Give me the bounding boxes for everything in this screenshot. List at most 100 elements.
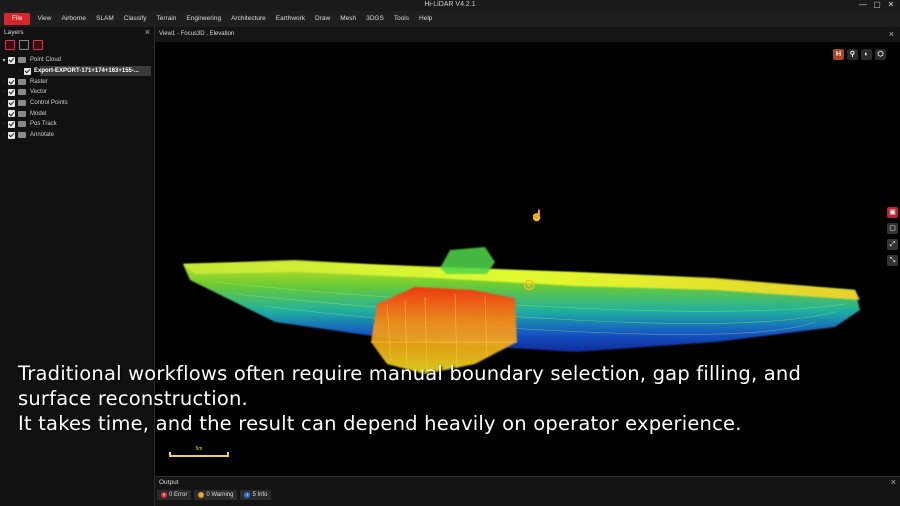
measure-icon[interactable]: ⚲: [847, 49, 858, 60]
info-filter-button[interactable]: i 5 Info: [240, 490, 272, 500]
folder-icon: [18, 121, 26, 128]
scale-bar: 5m: [169, 446, 229, 457]
layers-close-icon[interactable]: ×: [145, 27, 150, 37]
menu-classify[interactable]: Classify: [119, 13, 152, 25]
menu-3dgs[interactable]: 3DGS: [361, 13, 389, 25]
layer-toolbar: [0, 38, 154, 52]
expand-icon: ·: [3, 89, 5, 96]
hand-cursor-icon: ☝: [530, 210, 544, 222]
view-tab-label: View1 - Focus3D , Elevation: [159, 31, 235, 37]
layers-title: Layers: [4, 29, 24, 36]
view-side-toolbar: ▣ ▢ ⤢ ⤡: [887, 207, 898, 266]
scale-label: 5m: [195, 446, 203, 452]
layer-raster[interactable]: · Raster: [0, 76, 154, 87]
menu-view[interactable]: View: [32, 13, 56, 25]
subtitle-line-3: It takes time, and the result can depend…: [18, 412, 742, 435]
error-icon: ✕: [161, 492, 167, 498]
minimize-button[interactable]: —: [856, 0, 870, 11]
folder-icon: [18, 100, 26, 107]
layer-checkbox[interactable]: [8, 99, 15, 107]
layer-point-cloud[interactable]: ▾ Point Cloud: [0, 55, 154, 66]
subtitle-line-1: Traditional workflows often require manu…: [18, 362, 802, 385]
output-panel: Output × ✕ 0 Error ! 0 Warning i 5 Info: [155, 476, 900, 506]
folder-icon: [18, 78, 26, 85]
layer-control-points[interactable]: · Control Points: [0, 98, 154, 109]
expand-icon: ·: [3, 132, 5, 139]
info-count: 5 Info: [252, 492, 268, 498]
expand-icon: ·: [3, 110, 5, 117]
menu-engineering[interactable]: Engineering: [181, 13, 226, 25]
warning-filter-button[interactable]: ! 0 Warning: [194, 490, 238, 500]
expand-icon: ·: [19, 68, 21, 75]
layer-checkbox[interactable]: [8, 131, 15, 139]
menu-mesh[interactable]: Mesh: [335, 13, 361, 25]
layer-copy-icon[interactable]: [19, 40, 29, 50]
settings-icon[interactable]: ⬡: [875, 49, 886, 60]
error-count: 0 Error: [169, 492, 188, 498]
layer-label: Raster: [30, 78, 48, 85]
folder-icon: [18, 89, 26, 96]
layer-checkbox[interactable]: [8, 78, 15, 86]
layer-remove-icon[interactable]: [33, 40, 43, 50]
layer-checkbox[interactable]: [8, 88, 15, 96]
folder-icon: [18, 57, 26, 64]
warning-count: 0 Warning: [206, 492, 234, 498]
layer-tree: ▾ Point Cloud · Export-EXPORT-171+174+16…: [0, 52, 154, 141]
video-subtitle: Traditional workflows often require manu…: [18, 361, 878, 436]
layer-model[interactable]: · Model: [0, 108, 154, 119]
layer-checkbox[interactable]: [8, 120, 15, 128]
layers-header: Layers ×: [0, 27, 154, 38]
view-toolbar: H ⚲ ◐ ⬡: [833, 49, 886, 60]
layer-annotate[interactable]: · Annotate: [0, 130, 154, 141]
menu-slam[interactable]: SLAM: [91, 13, 119, 25]
render-mode-icon[interactable]: ◐: [861, 49, 872, 60]
menu-terrain[interactable]: Terrain: [152, 13, 182, 25]
view-cube-icon[interactable]: ▣: [887, 207, 898, 218]
menu-tools[interactable]: Tools: [389, 13, 414, 25]
layer-label: Control Points: [30, 100, 68, 107]
menu-airborne[interactable]: Airborne: [56, 13, 91, 25]
layer-label: Annotate: [30, 132, 55, 139]
fit-view-icon[interactable]: ⤡: [887, 255, 898, 266]
expand-icon: ·: [3, 100, 5, 107]
scale-line: [169, 455, 229, 457]
output-close-icon[interactable]: ×: [891, 477, 896, 487]
close-window-button[interactable]: ✕: [884, 0, 898, 11]
layer-vector[interactable]: · Vector: [0, 87, 154, 98]
error-filter-button[interactable]: ✕ 0 Error: [157, 490, 192, 500]
title-bar: Hi-LiDAR V4.2.1 — ▢ ✕: [0, 0, 900, 11]
layer-label: Pos Track: [30, 121, 57, 128]
app-title: Hi-LiDAR V4.2.1: [424, 1, 476, 8]
layer-label: Model: [30, 110, 47, 117]
menu-help[interactable]: Help: [414, 13, 437, 25]
output-title: Output: [159, 479, 179, 486]
menu-architecture[interactable]: Architecture: [226, 13, 271, 25]
menu-draw[interactable]: Draw: [310, 13, 335, 25]
layer-settings-icon[interactable]: [5, 40, 15, 50]
menu-file[interactable]: File: [4, 13, 31, 25]
info-icon: i: [244, 492, 251, 498]
folder-icon: [18, 110, 26, 117]
layer-label: Export-EXPORT-171+174+163+155-...: [34, 68, 139, 75]
layer-export-cloud[interactable]: · Export-EXPORT-171+174+163+155-...: [0, 65, 154, 77]
layer-checkbox[interactable]: [8, 56, 15, 64]
layer-label: Vector: [30, 89, 48, 96]
menu-earthwork[interactable]: Earthwork: [271, 13, 310, 25]
scale-tick-right: [227, 452, 229, 457]
scale-tick-left: [169, 452, 171, 457]
box-select-icon[interactable]: ▢: [887, 223, 898, 234]
view-tab[interactable]: View1 - Focus3D , Elevation ×: [155, 27, 900, 42]
layer-label: Point Cloud: [30, 57, 62, 64]
layer-checkbox[interactable]: [24, 67, 31, 75]
point-cloud-bump: [440, 247, 495, 274]
layer-pos-track[interactable]: · Pos Track: [0, 119, 154, 130]
expand-icon[interactable]: ⤢: [887, 239, 898, 250]
home-view-icon[interactable]: H: [833, 49, 844, 60]
subtitle-line-2: surface reconstruction.: [18, 387, 248, 410]
expand-icon: ·: [3, 121, 5, 128]
expand-icon[interactable]: ▾: [0, 57, 8, 64]
layer-checkbox[interactable]: [8, 110, 15, 118]
view-close-icon[interactable]: ×: [889, 29, 894, 39]
warning-icon: !: [198, 492, 205, 498]
maximize-button[interactable]: ▢: [870, 0, 884, 11]
